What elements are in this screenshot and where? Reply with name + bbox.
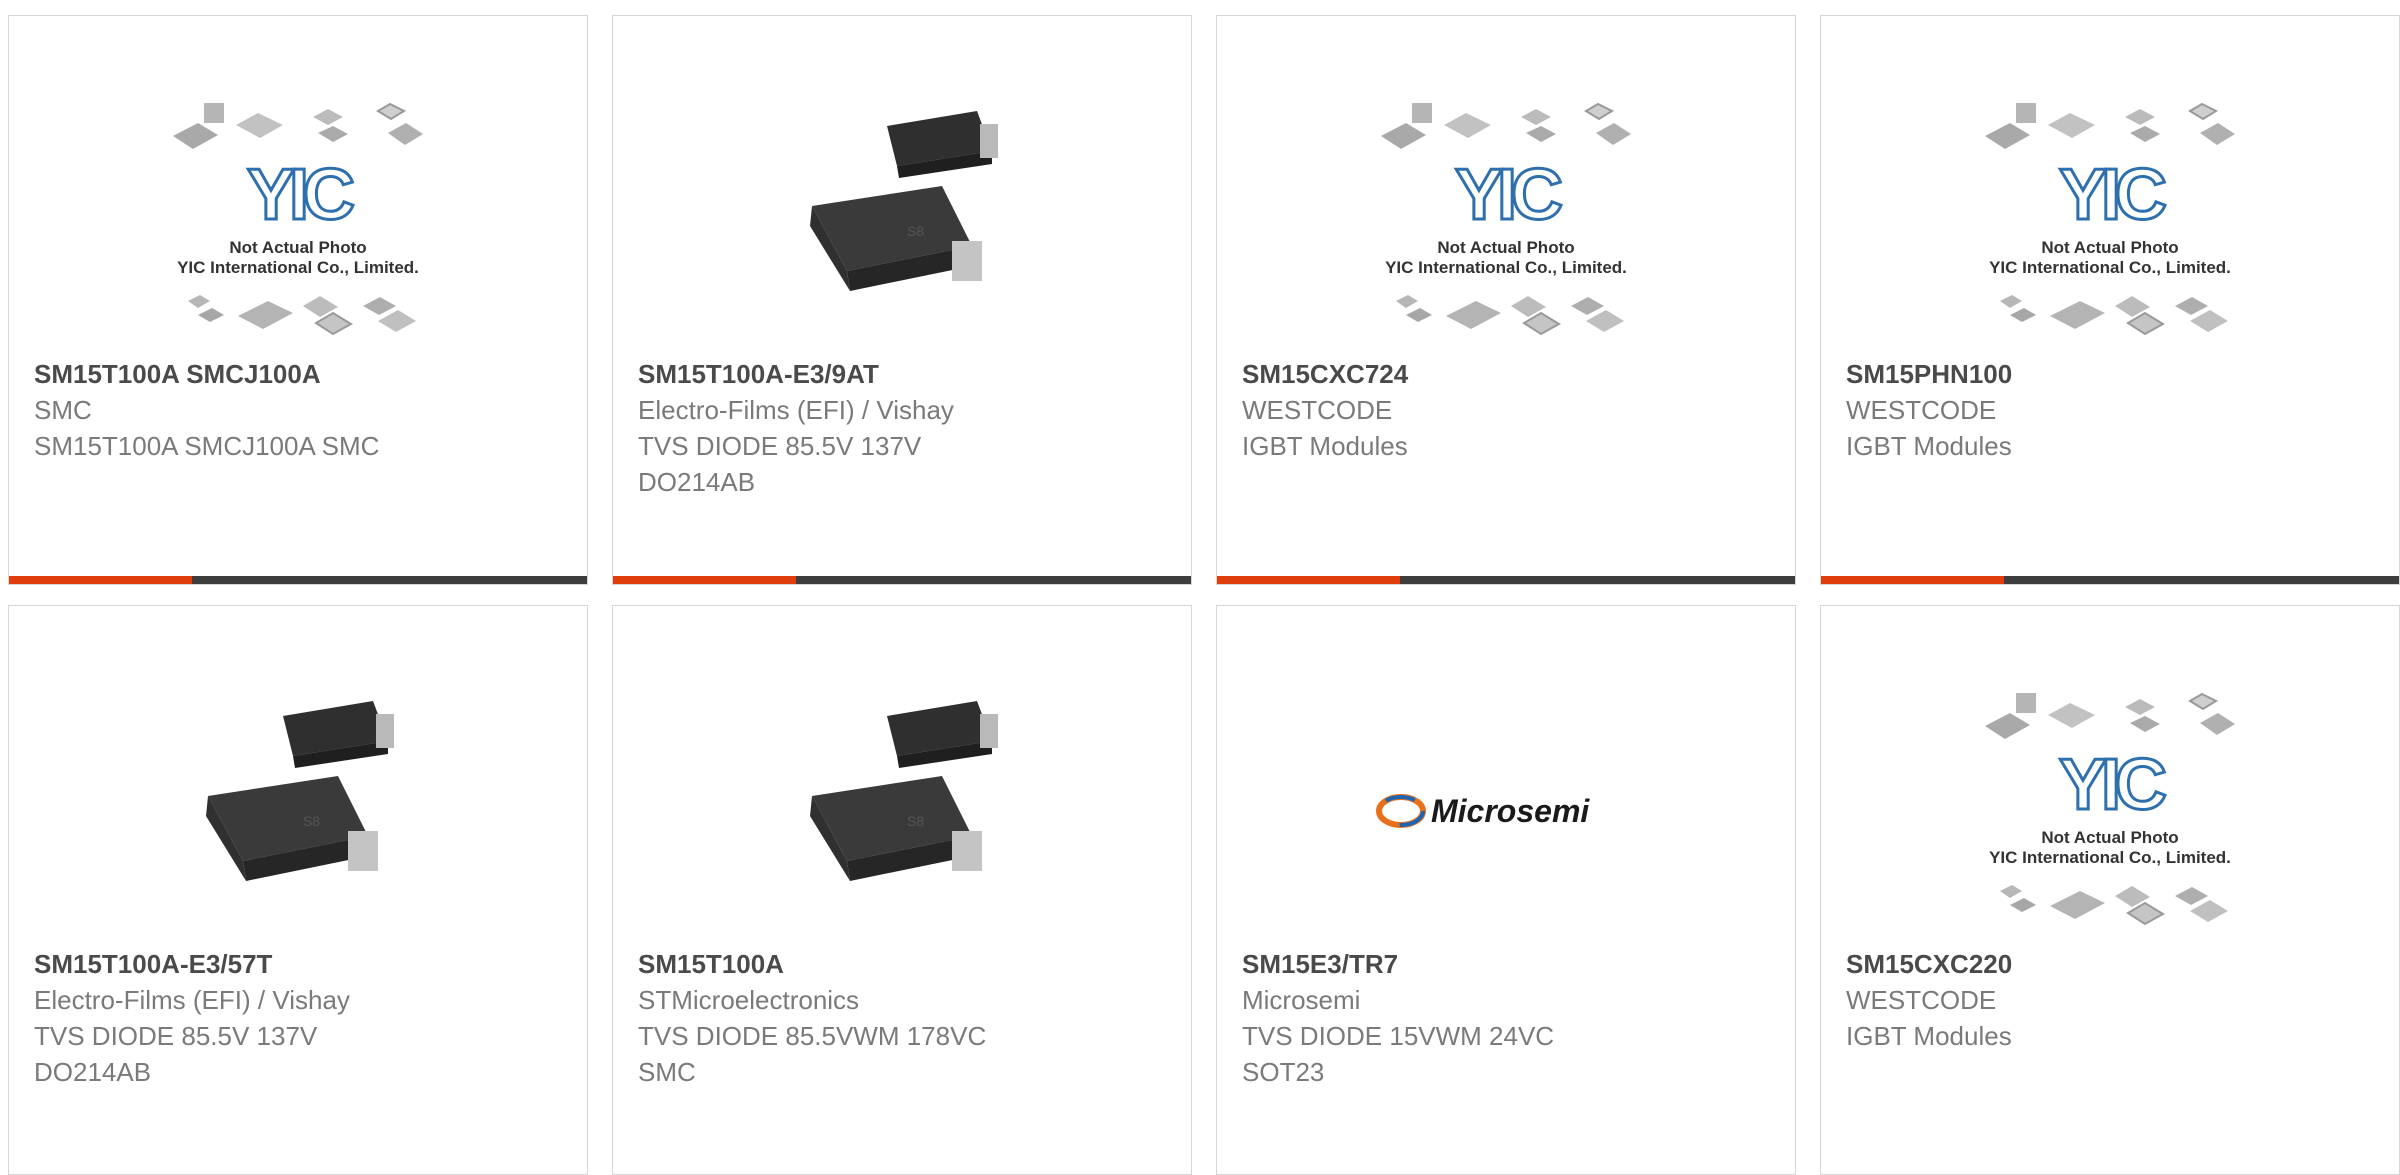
yic-placeholder-image [1376,101,1636,341]
description: IGBT Modules [1846,431,2012,461]
microsemi-logo [1376,786,1636,836]
description: TVS DIODE 85.5VWM 178VC [638,1021,987,1051]
manufacturer: SMC [34,395,92,425]
product-thumbnail[interactable] [1821,666,2399,956]
description: IGBT Modules [1242,431,1408,461]
product-card[interactable]: SM15T100A-E3/9AT Electro-Films (EFI) / Vi… [612,15,1192,585]
diode-product-photo [198,696,398,926]
description: IGBT Modules [1846,1021,2012,1051]
part-number[interactable]: SM15CXC220 [1846,946,2379,982]
part-number[interactable]: SM15CXC724 [1242,356,1775,392]
product-thumbnail[interactable] [9,76,587,366]
product-card[interactable]: SM15PHN100 WESTCODE IGBT Modules [1820,15,2400,585]
product-info: SM15T100A-E3/57T Electro-Films (EFI) / Vi… [34,946,567,1090]
description: TVS DIODE 85.5V 137V [638,431,922,461]
diode-product-photo [802,696,1002,926]
part-number[interactable]: SM15E3/TR7 [1242,946,1775,982]
product-thumbnail[interactable] [613,666,1191,956]
product-info: SM15T100A-E3/9AT Electro-Films (EFI) / Vi… [638,356,1171,500]
product-thumbnail[interactable] [9,666,587,956]
product-info: SM15E3/TR7 Microsemi TVS DIODE 15VWM 24VC S… [1242,946,1775,1090]
description: SM15T100A SMCJ100A SMC [34,431,380,461]
manufacturer: Electro-Films (EFI) / Vishay [638,395,954,425]
product-card[interactable]: SM15T100A STMicroelectronics TVS DIODE 85.… [612,605,1192,1175]
product-thumbnail[interactable] [1217,666,1795,956]
product-grid: SM15T100A SMCJ100A SMC SM15T100A SMCJ100A … [8,15,2400,1175]
card-accent-bar [1821,576,2004,584]
manufacturer: WESTCODE [1846,395,1997,425]
product-info: SM15CXC220 WESTCODE IGBT Modules [1846,946,2379,1054]
yic-placeholder-image [1980,101,2240,341]
manufacturer: WESTCODE [1242,395,1393,425]
manufacturer: Electro-Films (EFI) / Vishay [34,985,350,1015]
card-bottom-bar [1217,576,1795,584]
product-thumbnail[interactable] [1217,76,1795,366]
product-card[interactable]: SM15E3/TR7 Microsemi TVS DIODE 15VWM 24VC S… [1216,605,1796,1175]
product-thumbnail[interactable] [1821,76,2399,366]
product-card[interactable]: SM15CXC724 WESTCODE IGBT Modules [1216,15,1796,585]
product-info: SM15CXC724 WESTCODE IGBT Modules [1242,356,1775,464]
card-accent-bar [1217,576,1400,584]
description: TVS DIODE 15VWM 24VC [1242,1021,1555,1051]
manufacturer: WESTCODE [1846,985,1997,1015]
part-number[interactable]: SM15T100A [638,946,1171,982]
card-bottom-bar [613,576,1191,584]
product-card[interactable]: SM15T100A SMCJ100A SMC SM15T100A SMCJ100A … [8,15,588,585]
description-cont: DO214AB [638,467,756,497]
description-cont: SMC [638,1057,696,1087]
product-card[interactable]: SM15CXC220 WESTCODE IGBT Modules [1820,605,2400,1175]
part-number[interactable]: SM15T100A-E3/9AT [638,356,1171,392]
manufacturer: Microsemi [1242,985,1361,1015]
product-info: SM15T100A STMicroelectronics TVS DIODE 85.… [638,946,1171,1090]
product-thumbnail[interactable] [613,76,1191,366]
part-number[interactable]: SM15T100A SMCJ100A [34,356,567,392]
manufacturer: STMicroelectronics [638,985,860,1015]
part-number[interactable]: SM15PHN100 [1846,356,2379,392]
yic-placeholder-image [1980,691,2240,931]
product-info: SM15PHN100 WESTCODE IGBT Modules [1846,356,2379,464]
diode-product-photo [802,106,1002,336]
yic-placeholder-image [168,101,428,341]
card-bottom-bar [9,576,587,584]
card-accent-bar [613,576,796,584]
card-accent-bar [9,576,192,584]
description-cont: SOT23 [1242,1057,1325,1087]
product-card[interactable]: SM15T100A-E3/57T Electro-Films (EFI) / Vi… [8,605,588,1175]
part-number[interactable]: SM15T100A-E3/57T [34,946,567,982]
description: TVS DIODE 85.5V 137V [34,1021,318,1051]
product-info: SM15T100A SMCJ100A SMC SM15T100A SMCJ100A … [34,356,567,464]
card-bottom-bar [1821,576,2399,584]
description-cont: DO214AB [34,1057,152,1087]
